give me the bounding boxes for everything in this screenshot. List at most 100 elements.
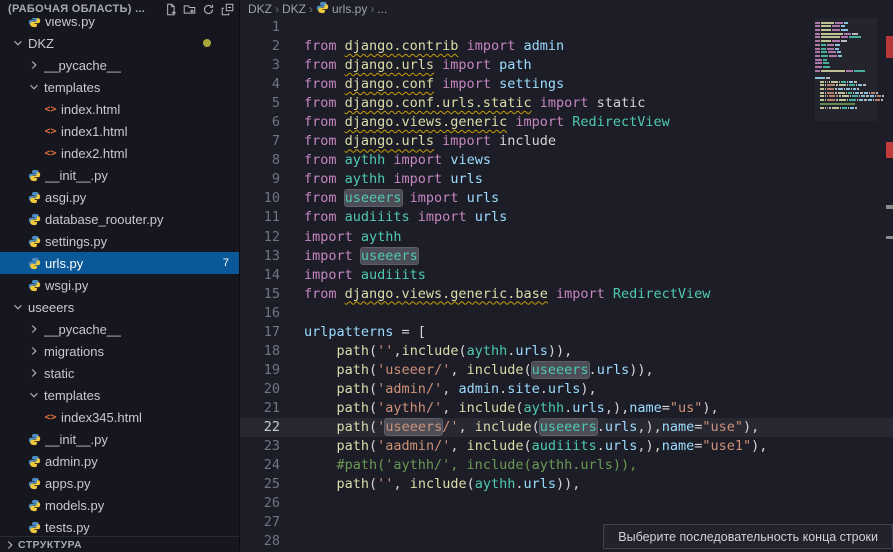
sidebar-item-index-html[interactable]: <>index.html — [0, 98, 239, 120]
line-number[interactable]: 6 — [240, 113, 280, 132]
file-label: models.py — [45, 498, 104, 513]
sidebar-item-templates[interactable]: templates — [0, 384, 239, 406]
code-line[interactable]: 8from aythh import views — [240, 151, 893, 170]
sidebar-item-database-roouter-py[interactable]: database_roouter.py — [0, 208, 239, 230]
line-number[interactable]: 28 — [240, 532, 280, 551]
sidebar-item-useeers[interactable]: useeers — [0, 296, 239, 318]
code-line[interactable]: 12import aythh — [240, 228, 893, 247]
sidebar-item-models-py[interactable]: models.py — [0, 494, 239, 516]
sidebar-item-index1-html[interactable]: <>index1.html — [0, 120, 239, 142]
py-file-icon — [26, 519, 43, 535]
line-number[interactable]: 2 — [240, 37, 280, 56]
code-line[interactable]: 26 — [240, 494, 893, 513]
minimap[interactable] — [815, 18, 877, 121]
line-number[interactable]: 27 — [240, 513, 280, 532]
sidebar-item-urls-py[interactable]: urls.py7 — [0, 252, 239, 274]
code-line[interactable]: 19 path('useeer/', include(useeers.urls)… — [240, 361, 893, 380]
line-number[interactable]: 21 — [240, 399, 280, 418]
code-line[interactable]: 25 path('', include(aythh.urls)), — [240, 475, 893, 494]
sidebar-item-init-py[interactable]: __init__.py — [0, 164, 239, 186]
code-line[interactable]: 18 path('',include(aythh.urls)), — [240, 342, 893, 361]
line-number[interactable]: 1 — [240, 18, 280, 37]
breadcrumb-item[interactable]: DKZ — [282, 2, 306, 16]
code-text — [280, 494, 304, 513]
line-number[interactable]: 19 — [240, 361, 280, 380]
explorer-section-header: (РАБОЧАЯ ОБЛАСТЬ) ... — [0, 0, 239, 18]
line-number[interactable]: 25 — [240, 475, 280, 494]
sidebar-item-asgi-py[interactable]: asgi.py — [0, 186, 239, 208]
code-line[interactable]: 10from useeers import urls — [240, 189, 893, 208]
breadcrumb-separator-icon: › — [309, 2, 313, 16]
line-number[interactable]: 14 — [240, 266, 280, 285]
code-line[interactable]: 5from django.conf.urls.static import sta… — [240, 94, 893, 113]
code-line[interactable]: 9from aythh import urls — [240, 170, 893, 189]
breadcrumb-item[interactable]: DKZ — [248, 2, 272, 16]
line-number[interactable]: 10 — [240, 189, 280, 208]
code-area[interactable]: 12from django.contrib import admin3from … — [240, 18, 893, 551]
code-line[interactable]: 23 path('aadmin/', include(audiiits.urls… — [240, 437, 893, 456]
line-number[interactable]: 11 — [240, 208, 280, 227]
code-text: path('', include(aythh.urls)), — [280, 475, 580, 494]
code-line[interactable]: 15from django.views.generic.base import … — [240, 285, 893, 304]
breadcrumb-item[interactable]: ... — [377, 2, 387, 16]
sidebar-item-pycache[interactable]: __pycache__ — [0, 318, 239, 340]
code-line[interactable]: 4from django.conf import settings — [240, 75, 893, 94]
sidebar-item-index345-html[interactable]: <>index345.html — [0, 406, 239, 428]
py-file-icon — [26, 475, 43, 491]
code-line[interactable]: 24 #path('aythh/', include(aythh.urls)), — [240, 456, 893, 475]
code-line[interactable]: 1 — [240, 18, 893, 37]
line-number[interactable]: 23 — [240, 437, 280, 456]
scrollbar[interactable] — [879, 0, 893, 552]
line-number[interactable]: 20 — [240, 380, 280, 399]
code-line[interactable]: 14import audiiits — [240, 266, 893, 285]
line-number[interactable]: 9 — [240, 170, 280, 189]
code-line[interactable]: 7from django.urls import include — [240, 132, 893, 151]
sidebar-item-index2-html[interactable]: <>index2.html — [0, 142, 239, 164]
code-line[interactable]: 22 path('useeers/', include(useeers.urls… — [240, 418, 893, 437]
breadcrumb-item[interactable]: urls.py — [316, 1, 367, 17]
minimap-line — [815, 70, 877, 72]
line-number[interactable]: 5 — [240, 94, 280, 113]
code-line[interactable]: 16 — [240, 304, 893, 323]
sidebar-item-apps-py[interactable]: apps.py — [0, 472, 239, 494]
line-number[interactable]: 7 — [240, 132, 280, 151]
code-line[interactable]: 13import useeers — [240, 247, 893, 266]
line-number[interactable]: 16 — [240, 304, 280, 323]
line-number[interactable]: 13 — [240, 247, 280, 266]
editor-pane: DKZ›DKZ›urls.py›... 12from django.contri… — [240, 0, 893, 552]
sidebar-item-wsgi-py[interactable]: wsgi.py — [0, 274, 239, 296]
line-number[interactable]: 3 — [240, 56, 280, 75]
line-number[interactable]: 26 — [240, 494, 280, 513]
outline-section-header[interactable]: СТРУКТУРА — [0, 536, 239, 552]
line-number[interactable]: 17 — [240, 323, 280, 342]
line-number[interactable]: 24 — [240, 456, 280, 475]
line-number[interactable]: 4 — [240, 75, 280, 94]
sidebar-item-static[interactable]: static — [0, 362, 239, 384]
refresh-icon[interactable] — [199, 1, 218, 17]
collapse-all-icon[interactable] — [218, 1, 237, 17]
code-text: import audiiits — [280, 266, 426, 285]
line-number[interactable]: 12 — [240, 228, 280, 247]
line-number[interactable]: 22 — [240, 418, 280, 437]
chevron-down-icon — [26, 79, 42, 95]
sidebar-item-init-py[interactable]: __init__.py — [0, 428, 239, 450]
new-folder-icon[interactable] — [180, 1, 199, 17]
code-line[interactable]: 17urlpatterns = [ — [240, 323, 893, 342]
code-line[interactable]: 6from django.views.generic import Redire… — [240, 113, 893, 132]
sidebar-item-tests-py[interactable]: tests.py — [0, 516, 239, 538]
sidebar-item-settings-py[interactable]: settings.py — [0, 230, 239, 252]
code-line[interactable]: 2from django.contrib import admin — [240, 37, 893, 56]
sidebar-item-migrations[interactable]: migrations — [0, 340, 239, 362]
code-line[interactable]: 21 path('aythh/', include(aythh.urls,),n… — [240, 399, 893, 418]
sidebar-item-admin-py[interactable]: admin.py — [0, 450, 239, 472]
line-number[interactable]: 8 — [240, 151, 280, 170]
line-number[interactable]: 15 — [240, 285, 280, 304]
sidebar-item-dkz[interactable]: DKZ — [0, 32, 239, 54]
sidebar-item-templates[interactable]: templates — [0, 76, 239, 98]
sidebar-item-pycache[interactable]: __pycache__ — [0, 54, 239, 76]
line-number[interactable]: 18 — [240, 342, 280, 361]
code-line[interactable]: 3from django.urls import path — [240, 56, 893, 75]
code-line[interactable]: 20 path('admin/', admin.site.urls), — [240, 380, 893, 399]
new-file-icon[interactable] — [161, 1, 180, 17]
code-line[interactable]: 11from audiiits import urls — [240, 208, 893, 227]
